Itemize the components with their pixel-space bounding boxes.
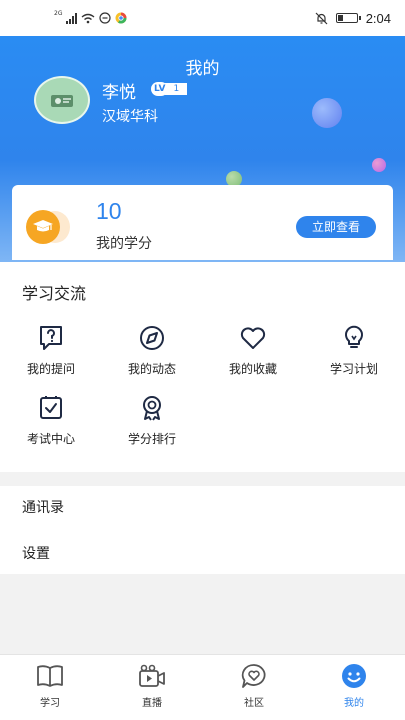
avatar-image-icon <box>51 95 73 107</box>
my-favorites-item[interactable]: 我的收藏 <box>213 324 293 384</box>
level-badge: LV 1 <box>151 82 188 96</box>
smiley-icon <box>342 664 366 688</box>
status-bar: 2G 2:04 <box>0 0 405 36</box>
level-badge-prefix: LV <box>151 82 169 96</box>
tab-community[interactable]: 社区 <box>219 663 289 713</box>
section-title: 学习交流 <box>22 284 87 303</box>
study-plan-item[interactable]: 学习计划 <box>314 324 394 384</box>
settings-row[interactable]: 设置 <box>22 543 50 563</box>
browser-app-icon <box>115 12 127 24</box>
award-ribbon-icon <box>143 396 161 421</box>
decor-bubble <box>372 158 386 172</box>
decor-bubble <box>312 98 342 128</box>
exam-check-icon <box>40 396 62 419</box>
credit-ranking-item[interactable]: 学分排行 <box>112 394 192 454</box>
view-credits-button[interactable]: 立即查看 <box>296 216 376 238</box>
level-number: 1 <box>165 83 188 95</box>
grid-item-label: 我的收藏 <box>228 362 277 376</box>
exam-center-item[interactable]: 考试中心 <box>11 394 91 454</box>
notification-app-icon <box>99 12 112 24</box>
user-organization: 汉域华科 <box>102 109 158 125</box>
graduation-cap-icon <box>26 210 72 244</box>
avatar[interactable] <box>34 76 90 124</box>
contacts-row[interactable]: 通讯录 <box>22 497 64 517</box>
network-type: 2G <box>54 10 63 17</box>
tab-label: 学习 <box>40 698 60 709</box>
question-icon <box>40 326 62 350</box>
grid-item-label: 学分排行 <box>127 432 176 446</box>
status-icons-right: 2:04 <box>315 10 391 26</box>
mute-bell-icon <box>315 12 328 24</box>
tab-label: 直播 <box>142 698 162 709</box>
credits-value: 10 <box>96 198 122 224</box>
tab-study[interactable]: 学习 <box>15 663 85 713</box>
chat-heart-icon <box>241 664 266 688</box>
user-name: 李悦 <box>102 83 136 103</box>
grid-item-label: 考试中心 <box>26 432 75 446</box>
credits-label: 我的学分 <box>96 236 152 252</box>
battery-icon <box>335 13 361 23</box>
compass-icon <box>140 326 164 350</box>
tab-mine[interactable]: 我的 <box>319 663 389 713</box>
grid-item-label: 我的提问 <box>26 362 75 376</box>
tab-label: 社区 <box>244 698 264 709</box>
bottom-tab-bar: 学习 直播 社区 我的 <box>0 654 405 720</box>
grid-item-label: 学习计划 <box>329 362 378 376</box>
tab-live[interactable]: 直播 <box>117 663 187 713</box>
status-time: 2:04 <box>365 10 391 26</box>
signal-icon <box>66 12 78 24</box>
tab-label: 我的 <box>344 698 364 709</box>
status-icons-left: 2G <box>54 11 127 25</box>
video-camera-icon <box>139 664 165 687</box>
lightbulb-icon <box>345 325 363 348</box>
my-questions-item[interactable]: 我的提问 <box>11 324 91 384</box>
heart-icon <box>240 327 266 349</box>
my-activity-item[interactable]: 我的动态 <box>112 324 192 384</box>
book-icon <box>37 665 63 687</box>
grid-item-label: 我的动态 <box>127 362 176 376</box>
wifi-icon <box>82 13 95 23</box>
